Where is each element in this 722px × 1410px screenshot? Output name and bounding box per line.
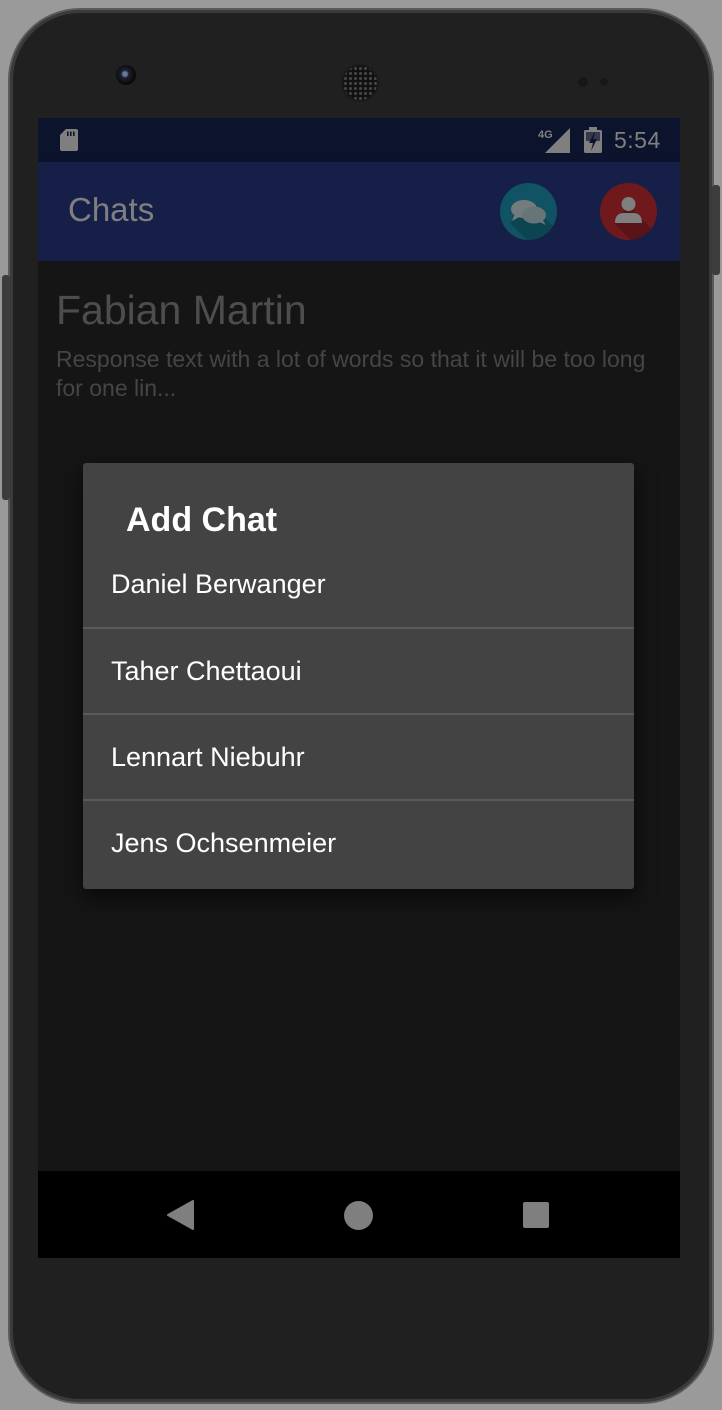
dialog-title: Add Chat <box>126 501 278 539</box>
sensor-icon <box>600 78 608 86</box>
phone-frame: 4G 5:54 Chats <box>10 10 712 1402</box>
contact-option[interactable]: Jens Ochsenmeier <box>83 801 634 886</box>
contact-option[interactable]: Daniel Berwanger <box>83 542 634 629</box>
screen: 4G 5:54 Chats <box>38 118 680 1258</box>
power-button <box>712 185 720 275</box>
contact-list: Daniel Berwanger Taher Chettaoui Lennart… <box>83 542 634 886</box>
sensor-icon <box>578 77 588 87</box>
camera-icon <box>116 65 136 85</box>
contact-option[interactable]: Lennart Niebuhr <box>83 715 634 801</box>
speaker-grille <box>343 66 377 100</box>
add-chat-dialog: Add Chat Daniel Berwanger Taher Chettaou… <box>83 463 634 889</box>
volume-button <box>2 275 10 500</box>
contact-option[interactable]: Taher Chettaoui <box>83 629 634 715</box>
